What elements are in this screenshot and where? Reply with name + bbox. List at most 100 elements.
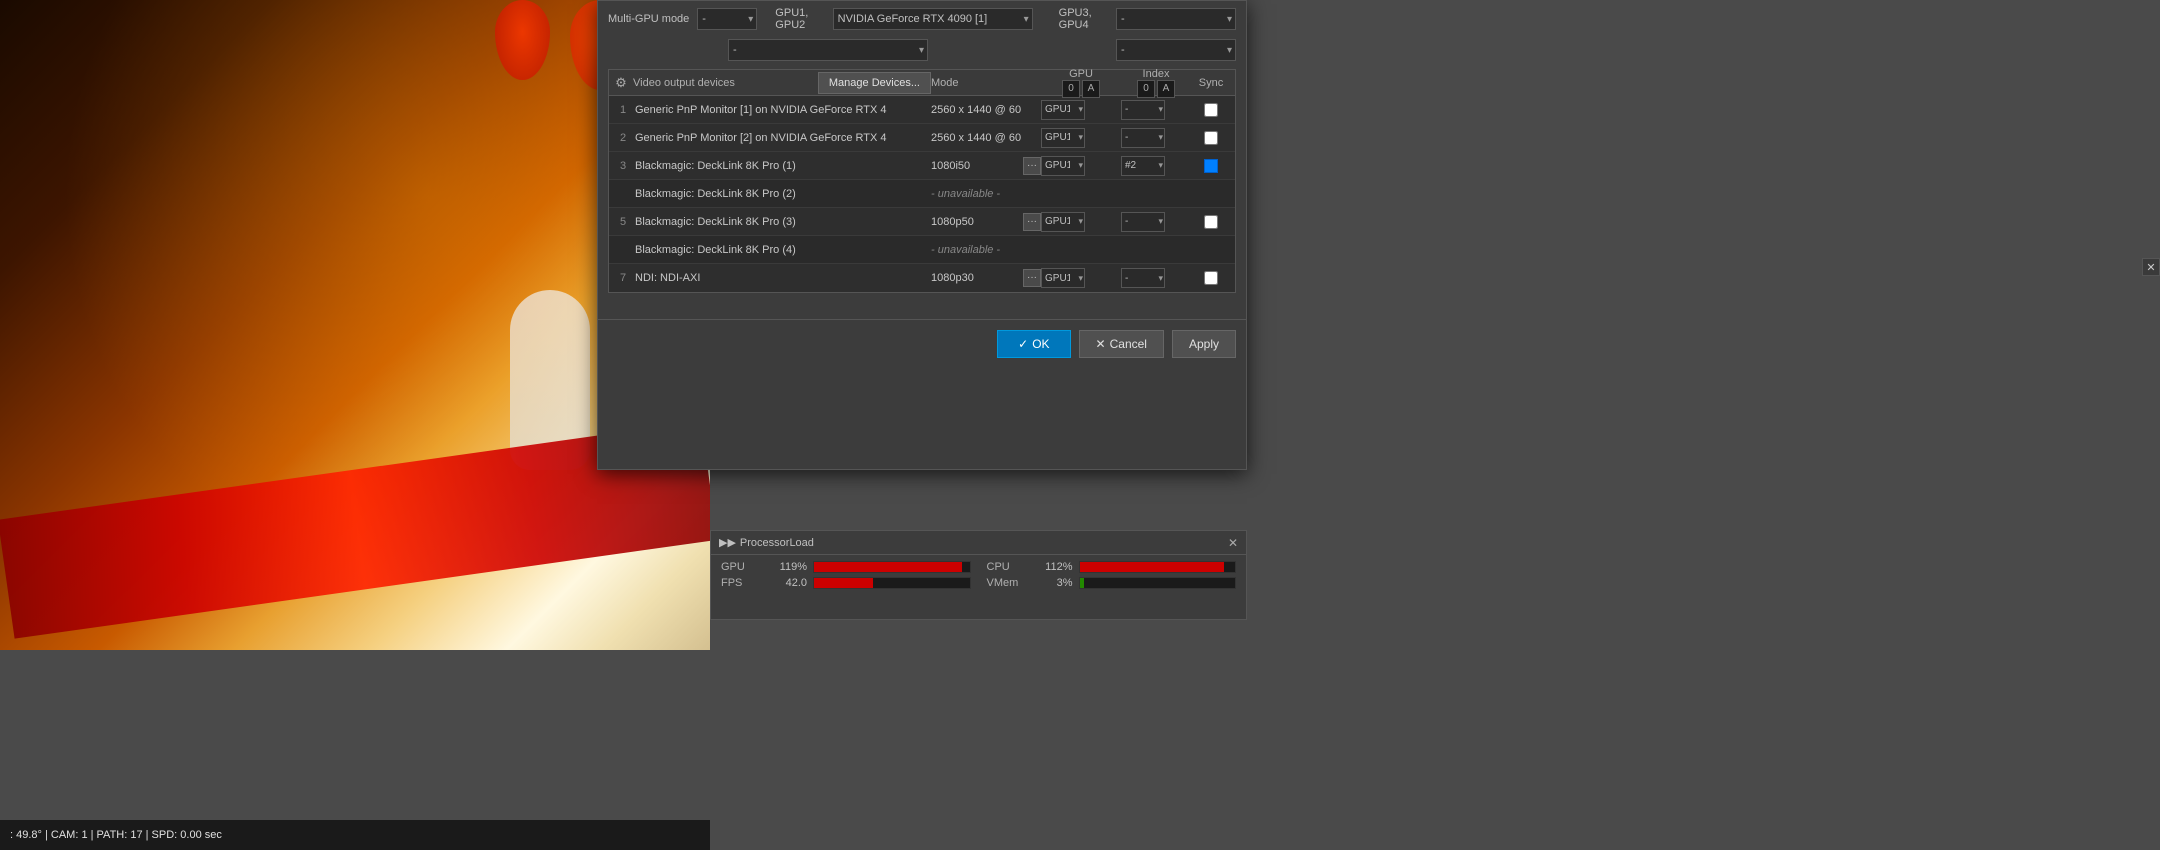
gpu-metric-value: 119% — [767, 561, 807, 573]
gpu-row2: - - — [598, 37, 1246, 63]
row-sync-5[interactable] — [1191, 215, 1231, 229]
settings-dialog: Multi-GPU mode - GPU1, GPU2 NVIDIA GeFor… — [597, 0, 1247, 470]
cancel-x: ✕ — [1096, 337, 1106, 351]
th-gpu: GPU 0 A — [1041, 68, 1121, 98]
th-index: Index 0 A — [1121, 68, 1191, 98]
cpu-metric-label: CPU — [987, 561, 1027, 573]
table-row: 7 NDI: NDI-AXI 1080p30 ··· GPU1 - — [609, 264, 1235, 292]
bottom-right-area — [710, 650, 1247, 850]
gear-icon[interactable]: ⚙ — [613, 75, 629, 91]
sync-checkbox-2[interactable] — [1204, 131, 1218, 145]
sync-checkbox-1[interactable] — [1204, 103, 1218, 117]
table-row: Blackmagic: DeckLink 8K Pro (2) - unavai… — [609, 180, 1235, 208]
gpu12-select-wrap[interactable]: NVIDIA GeForce RTX 4090 [1] — [833, 8, 1033, 30]
row-gpu-select-5[interactable]: GPU1 — [1041, 212, 1085, 232]
row-index-select-wrap-7[interactable]: - — [1121, 268, 1165, 288]
row-index-5: - — [1121, 212, 1191, 232]
vmem-bar-fill — [1080, 578, 1085, 588]
row-sync-3[interactable] — [1191, 159, 1231, 173]
multi-gpu-label: Multi-GPU mode — [608, 13, 689, 25]
gpu34-dropdown[interactable]: - — [1116, 8, 1236, 30]
gpu-col-0: 0 — [1062, 80, 1080, 98]
row-index-select-2[interactable]: - — [1121, 128, 1165, 148]
row-device-1: Generic PnP Monitor [1] on NVIDIA GeForc… — [633, 104, 931, 116]
multi-gpu-dropdown[interactable]: - — [697, 8, 757, 30]
gpu-bar-bg — [813, 561, 971, 573]
fps-bar-bg — [813, 577, 971, 589]
row-gpu-select-3[interactable]: GPU1 — [1041, 156, 1085, 176]
row-gpu-select-7[interactable]: GPU1 — [1041, 268, 1085, 288]
table-row: 3 Blackmagic: DeckLink 8K Pro (1) 1080i5… — [609, 152, 1235, 180]
row-index-select-5[interactable]: - — [1121, 212, 1165, 232]
output-devices-table: ⚙ Video output devices Manage Devices...… — [608, 69, 1236, 293]
sync-checkbox-7[interactable] — [1204, 271, 1218, 285]
sync-checkbox-5[interactable] — [1204, 215, 1218, 229]
apply-button[interactable]: Apply — [1172, 330, 1236, 358]
row-gpu-1: GPU1 — [1041, 100, 1121, 120]
right-panel-close-button[interactable]: ✕ — [2142, 258, 2160, 276]
row-gpu-select-wrap-2[interactable]: GPU1 — [1041, 128, 1085, 148]
gpu34-row2-select-wrap[interactable]: - — [1116, 39, 1236, 61]
processor-load-panel: ▶▶ ProcessorLoad ✕ GPU 119% FPS 42.0 — [710, 530, 1247, 620]
vmem-metric-value: 3% — [1033, 577, 1073, 589]
th-sync: Sync — [1191, 77, 1231, 89]
vmem-bar-bg — [1079, 577, 1237, 589]
fps-metric-label: FPS — [721, 577, 761, 589]
row-gpu-5: GPU1 — [1041, 212, 1121, 232]
cpu-bar-fill — [1080, 562, 1225, 572]
row-index-select-wrap-5[interactable]: - — [1121, 212, 1165, 232]
row-index-select-1[interactable]: - — [1121, 100, 1165, 120]
dialog-footer: ✓ OK ✕ Cancel Apply — [598, 319, 1246, 368]
gpu-col-a: A — [1082, 80, 1100, 98]
row-index-select-7[interactable]: - — [1121, 268, 1165, 288]
gpu-bar-fill — [814, 562, 962, 572]
row-gpu-select-wrap-5[interactable]: GPU1 — [1041, 212, 1085, 232]
gpu34-row2-dropdown[interactable]: - — [1116, 39, 1236, 61]
row-gpu-select-1[interactable]: GPU1 — [1041, 100, 1085, 120]
row-index-select-3[interactable]: #2 — [1121, 156, 1165, 176]
row-mode-6: - unavailable - — [931, 244, 1041, 256]
cpu-bar-bg — [1079, 561, 1237, 573]
panel-close-button[interactable]: ✕ — [1228, 536, 1238, 550]
row-index-select-wrap-2[interactable]: - — [1121, 128, 1165, 148]
gpu12-row2-select-wrap[interactable]: - — [728, 39, 928, 61]
index-col-0: 0 — [1137, 80, 1155, 98]
manage-devices-button[interactable]: Manage Devices... — [818, 72, 931, 94]
row-gpu-select-wrap-1[interactable]: GPU1 — [1041, 100, 1085, 120]
row-mode-dots-5[interactable]: ··· — [1023, 213, 1041, 231]
row-mode-dots-3[interactable]: ··· — [1023, 157, 1041, 175]
row-mode-4: - unavailable - — [931, 188, 1041, 200]
cpu-metric-row: CPU 112% — [987, 561, 1237, 573]
row-gpu-select-2[interactable]: GPU1 — [1041, 128, 1085, 148]
row-mode-5: 1080p50 ··· — [931, 213, 1041, 231]
cpu-metric-value: 112% — [1033, 561, 1073, 573]
row-device-4: Blackmagic: DeckLink 8K Pro (2) — [633, 188, 931, 200]
gpu12-row2-dropdown[interactable]: - — [728, 39, 928, 61]
row-sync-2[interactable] — [1191, 131, 1231, 145]
multi-gpu-select-wrap[interactable]: - — [697, 8, 757, 30]
row-num-5: 5 — [613, 216, 633, 228]
row-mode-3: 1080i50 ··· — [931, 157, 1041, 175]
row-index-1: - — [1121, 100, 1191, 120]
row-mode-dots-7[interactable]: ··· — [1023, 269, 1041, 287]
row-gpu-select-wrap-7[interactable]: GPU1 — [1041, 268, 1085, 288]
row-num-3: 3 — [613, 160, 633, 172]
ok-button[interactable]: ✓ OK — [997, 330, 1070, 358]
row-index-7: - — [1121, 268, 1191, 288]
row-gpu-3: GPU1 — [1041, 156, 1121, 176]
row-device-5: Blackmagic: DeckLink 8K Pro (3) — [633, 216, 931, 228]
row-device-7: NDI: NDI-AXI — [633, 272, 931, 284]
panel-title-text: ProcessorLoad — [740, 537, 814, 549]
cancel-button[interactable]: ✕ Cancel — [1079, 330, 1164, 358]
row-index-select-wrap-1[interactable]: - — [1121, 100, 1165, 120]
row-index-select-wrap-3[interactable]: #2 — [1121, 156, 1165, 176]
table-row: Blackmagic: DeckLink 8K Pro (4) - unavai… — [609, 236, 1235, 264]
row-gpu-select-wrap-3[interactable]: GPU1 — [1041, 156, 1085, 176]
row-sync-7[interactable] — [1191, 271, 1231, 285]
row-sync-1[interactable] — [1191, 103, 1231, 117]
right-panel: ✕ — [1247, 0, 2160, 850]
row-device-3: Blackmagic: DeckLink 8K Pro (1) — [633, 160, 931, 172]
sync-checkbox-blue-3[interactable] — [1204, 159, 1218, 173]
gpu12-dropdown[interactable]: NVIDIA GeForce RTX 4090 [1] — [833, 8, 1033, 30]
gpu34-select-wrap[interactable]: - — [1116, 8, 1236, 30]
